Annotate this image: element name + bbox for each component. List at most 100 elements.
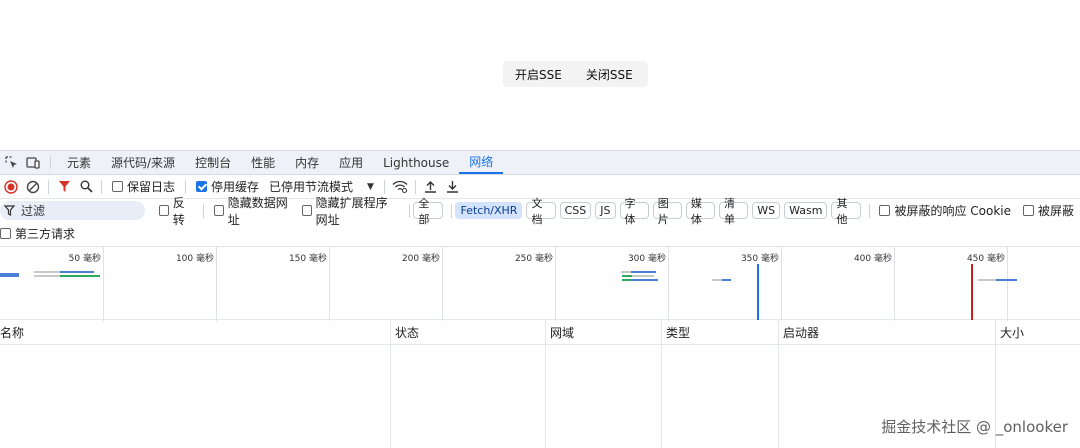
type-filter-css[interactable]: CSS bbox=[559, 202, 592, 219]
toolbar-divider bbox=[383, 179, 385, 194]
type-filter-manifest[interactable]: 清单 bbox=[719, 197, 749, 226]
device-toolbar-icon[interactable] bbox=[22, 151, 44, 174]
disable-cache-box[interactable] bbox=[196, 181, 208, 192]
overview-request-bar bbox=[621, 271, 631, 273]
column-divider[interactable] bbox=[778, 320, 779, 448]
type-filter-font[interactable]: 字体 bbox=[619, 197, 649, 226]
overview-tick-label: 300 毫秒 bbox=[627, 254, 666, 264]
overview-request-bar bbox=[622, 275, 632, 277]
filter-input[interactable]: 过滤 bbox=[0, 201, 146, 220]
column-divider[interactable] bbox=[545, 320, 546, 448]
hide-ext-urls-checkbox[interactable]: 隐藏扩展程序网址 bbox=[301, 194, 399, 228]
open-sse-button[interactable]: 开启SSE bbox=[503, 61, 574, 87]
filter-divider bbox=[408, 203, 410, 218]
filter-icon bbox=[4, 205, 15, 216]
network-filterbar: 过滤 反转 隐藏数据网址 隐藏扩展程序网址 全部 Fetch/XHR 文档 CS… bbox=[0, 196, 1080, 227]
sse-button-group: 开启SSE 关闭SSE bbox=[503, 61, 648, 87]
filter-divider bbox=[450, 203, 452, 218]
type-filter-doc[interactable]: 文档 bbox=[526, 197, 556, 226]
type-filter-ws[interactable]: WS bbox=[752, 202, 781, 219]
throttle-select[interactable]: 已停用节流模式 bbox=[269, 178, 353, 195]
overview-gridline bbox=[103, 247, 104, 321]
type-filter-all[interactable]: 全部 bbox=[413, 197, 443, 226]
overview-tick-label: 450 毫秒 bbox=[966, 254, 1005, 264]
blocked-requests-checkbox[interactable]: 被屏蔽 bbox=[1023, 202, 1074, 219]
overview-gridline bbox=[216, 247, 217, 321]
type-filter-fetch-xhr[interactable]: Fetch/XHR bbox=[455, 202, 523, 219]
tab-application[interactable]: 应用 bbox=[329, 151, 373, 174]
overview-request-bar bbox=[632, 275, 654, 277]
tab-performance[interactable]: 性能 bbox=[241, 151, 285, 174]
type-filter-other[interactable]: 其他 bbox=[831, 197, 861, 226]
column-initiator[interactable]: 启动器 bbox=[779, 320, 819, 345]
overview-request-bar bbox=[978, 279, 996, 281]
tab-console[interactable]: 控制台 bbox=[185, 151, 241, 174]
tab-lighthouse[interactable]: Lighthouse bbox=[373, 151, 459, 174]
close-sse-button[interactable]: 关闭SSE bbox=[574, 61, 645, 87]
search-icon[interactable] bbox=[75, 176, 97, 198]
filter-funnel-icon[interactable] bbox=[53, 176, 75, 198]
tab-elements[interactable]: 元素 bbox=[57, 151, 101, 174]
type-filter-media[interactable]: 媒体 bbox=[685, 197, 716, 226]
disable-cache-checkbox[interactable]: 停用缓存 bbox=[196, 178, 259, 195]
hide-data-urls-checkbox[interactable]: 隐藏数据网址 bbox=[214, 194, 290, 228]
overview-request-bar bbox=[0, 273, 19, 277]
devtools-panel: 元素 源代码/来源 控制台 性能 内存 应用 Lighthouse 网络 保留日… bbox=[0, 150, 1080, 448]
record-stop-icon[interactable] bbox=[0, 176, 22, 198]
blocked-requests-box[interactable] bbox=[1023, 205, 1035, 216]
preserve-log-checkbox[interactable]: 保留日志 bbox=[112, 178, 175, 195]
overview-gridline bbox=[329, 247, 330, 321]
overview-request-bar bbox=[60, 275, 100, 277]
column-type[interactable]: 类型 bbox=[662, 320, 690, 345]
watermark: 掘金技术社区 @ _onlooker bbox=[881, 418, 1068, 436]
request-table-header: 名称 状态 网域 类型 启动器 大小 bbox=[0, 320, 1080, 345]
overview-request-bar bbox=[622, 279, 632, 281]
overview-tick-label: 200 毫秒 bbox=[401, 254, 440, 264]
column-size[interactable]: 大小 bbox=[996, 320, 1024, 345]
column-domain[interactable]: 网域 bbox=[546, 320, 574, 345]
tab-network[interactable]: 网络 bbox=[459, 151, 504, 174]
column-divider[interactable] bbox=[390, 320, 391, 448]
overview-request-bar bbox=[996, 279, 1017, 281]
type-filter-img[interactable]: 图片 bbox=[652, 197, 682, 226]
blocked-cookies-box[interactable] bbox=[879, 205, 891, 216]
column-divider[interactable] bbox=[661, 320, 662, 448]
network-overview[interactable]: 50 毫秒 100 毫秒 150 毫秒 200 毫秒 250 毫秒 300 毫秒… bbox=[0, 246, 1080, 321]
hide-ext-urls-box[interactable] bbox=[301, 205, 312, 216]
overview-tick-label: 50 毫秒 bbox=[68, 254, 101, 264]
export-har-icon[interactable] bbox=[442, 176, 464, 198]
third-party-label: 第三方请求 bbox=[15, 226, 76, 241]
blocked-cookies-checkbox[interactable]: 被屏蔽的响应 Cookie bbox=[879, 202, 1011, 219]
overview-request-bar bbox=[712, 279, 722, 281]
load-event-line bbox=[971, 264, 973, 320]
filter-placeholder: 过滤 bbox=[21, 204, 46, 218]
throttle-dropdown-icon[interactable]: ▼ bbox=[367, 182, 374, 192]
filter-divider bbox=[868, 203, 870, 218]
invert-checkbox[interactable]: 反转 bbox=[159, 194, 193, 228]
preserve-log-box[interactable] bbox=[112, 181, 123, 192]
overview-gridline bbox=[555, 247, 556, 321]
clear-icon[interactable] bbox=[22, 176, 44, 198]
blocked-cookies-label: 被屏蔽的响应 Cookie bbox=[894, 204, 1012, 218]
tab-memory[interactable]: 内存 bbox=[285, 151, 329, 174]
type-filter-js[interactable]: JS bbox=[595, 202, 616, 219]
toolbar-divider bbox=[101, 179, 102, 194]
third-party-box[interactable] bbox=[0, 227, 11, 239]
third-party-checkbox[interactable]: 第三方请求 bbox=[0, 225, 75, 242]
column-name[interactable]: 名称 bbox=[0, 320, 24, 345]
column-status[interactable]: 状态 bbox=[391, 320, 419, 345]
overview-request-bar bbox=[60, 271, 94, 273]
tab-sources[interactable]: 源代码/来源 bbox=[101, 151, 185, 174]
overview-gridline bbox=[442, 247, 443, 321]
overview-request-bar bbox=[632, 279, 658, 281]
type-filter-wasm[interactable]: Wasm bbox=[784, 202, 828, 219]
filter-divider bbox=[203, 203, 205, 218]
inspect-element-icon[interactable] bbox=[0, 151, 22, 174]
overview-tick-label: 250 毫秒 bbox=[514, 254, 553, 264]
overview-gridline bbox=[894, 247, 895, 321]
invert-box[interactable] bbox=[159, 205, 169, 216]
overview-request-bar bbox=[722, 279, 731, 281]
hide-data-urls-box[interactable] bbox=[214, 205, 224, 216]
overview-gridline bbox=[1007, 247, 1008, 321]
devtools-tabbar: 元素 源代码/来源 控制台 性能 内存 应用 Lighthouse 网络 bbox=[0, 150, 1080, 175]
